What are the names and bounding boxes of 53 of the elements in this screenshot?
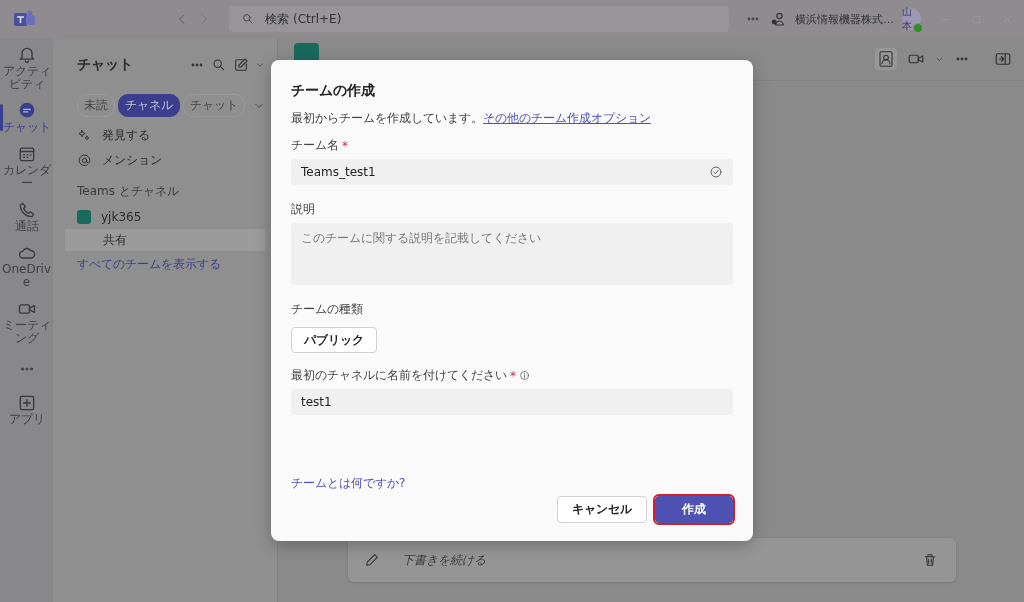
rail-item[interactable]: OneDrive <box>0 240 53 292</box>
search-field[interactable]: 検索 (Ctrl+E) <box>229 6 730 32</box>
pencil-icon <box>364 552 380 568</box>
contact-card-button[interactable] <box>875 48 897 70</box>
user-avatar[interactable]: 山本 <box>901 8 921 30</box>
more-options-link[interactable]: その他のチーム作成オプション <box>483 111 651 125</box>
draft-text: 下書きを続ける <box>402 551 487 569</box>
input-field[interactable]: test1 <box>291 389 733 415</box>
help-link[interactable]: チームとは何ですか? <box>291 475 406 492</box>
filter-pill[interactable]: チャネル <box>118 94 180 117</box>
field-label: 説明 <box>291 201 315 218</box>
field-label: 最初のチャネルに名前を付けてください <box>291 367 507 384</box>
dialog-title: チームの作成 <box>291 82 376 100</box>
team-type-button[interactable]: パブリック <box>291 327 377 353</box>
team-name[interactable]: yjk365 <box>101 209 142 224</box>
panel-title: チャット <box>77 56 134 74</box>
check-icon <box>709 165 723 179</box>
contact-card-icon <box>878 51 894 67</box>
filter-pill[interactable]: 未読 <box>77 94 115 117</box>
create-button[interactable]: 作成 <box>655 496 733 523</box>
field-label: チームの種類 <box>291 301 363 318</box>
side-panel-icon[interactable] <box>994 50 1012 68</box>
filter-pill[interactable]: チャット <box>183 94 245 117</box>
rail-item[interactable]: アプリ <box>0 390 53 429</box>
rail-item[interactable]: アクティビティ <box>0 42 53 94</box>
required-mark: * <box>510 368 516 383</box>
compose-icon[interactable] <box>233 57 249 73</box>
info-icon[interactable] <box>519 370 530 381</box>
team-avatar <box>77 209 91 224</box>
description-field[interactable]: このチームに関する説明を記載してください <box>291 223 733 285</box>
cancel-button[interactable]: キャンセル <box>557 496 647 523</box>
section-header: Teams とチャネル <box>77 183 180 200</box>
trash-icon[interactable] <box>922 552 938 568</box>
rail-item[interactable]: ミーティング <box>0 296 53 348</box>
draft-bar[interactable]: 下書きを続ける <box>348 538 956 582</box>
at-sign-icon <box>77 153 92 168</box>
sparkle-icon <box>77 128 92 143</box>
nav-item[interactable]: メンション <box>102 152 162 169</box>
channel-item[interactable]: 共有 <box>65 229 265 251</box>
rail-item[interactable]: 通話 <box>0 197 53 236</box>
rail-item[interactable]: チャット <box>0 98 53 137</box>
nav-item[interactable]: 発見する <box>102 127 150 144</box>
field-label: チーム名 <box>291 137 339 154</box>
rail-item[interactable]: カレンダー <box>0 141 53 193</box>
status-dot <box>913 23 923 33</box>
required-mark: * <box>342 138 348 153</box>
org-name: 横浜情報機器株式... <box>795 11 894 27</box>
app-logo-icon[interactable] <box>14 10 36 28</box>
show-all-teams-link[interactable]: すべてのチームを表示する <box>77 256 221 273</box>
dialog-subtitle: 最初からチームを作成しています。その他のチーム作成オプション <box>291 110 652 127</box>
input-field[interactable]: Teams_test1 <box>291 159 733 185</box>
search-icon[interactable] <box>211 57 227 73</box>
caret-icon[interactable] <box>255 60 265 70</box>
